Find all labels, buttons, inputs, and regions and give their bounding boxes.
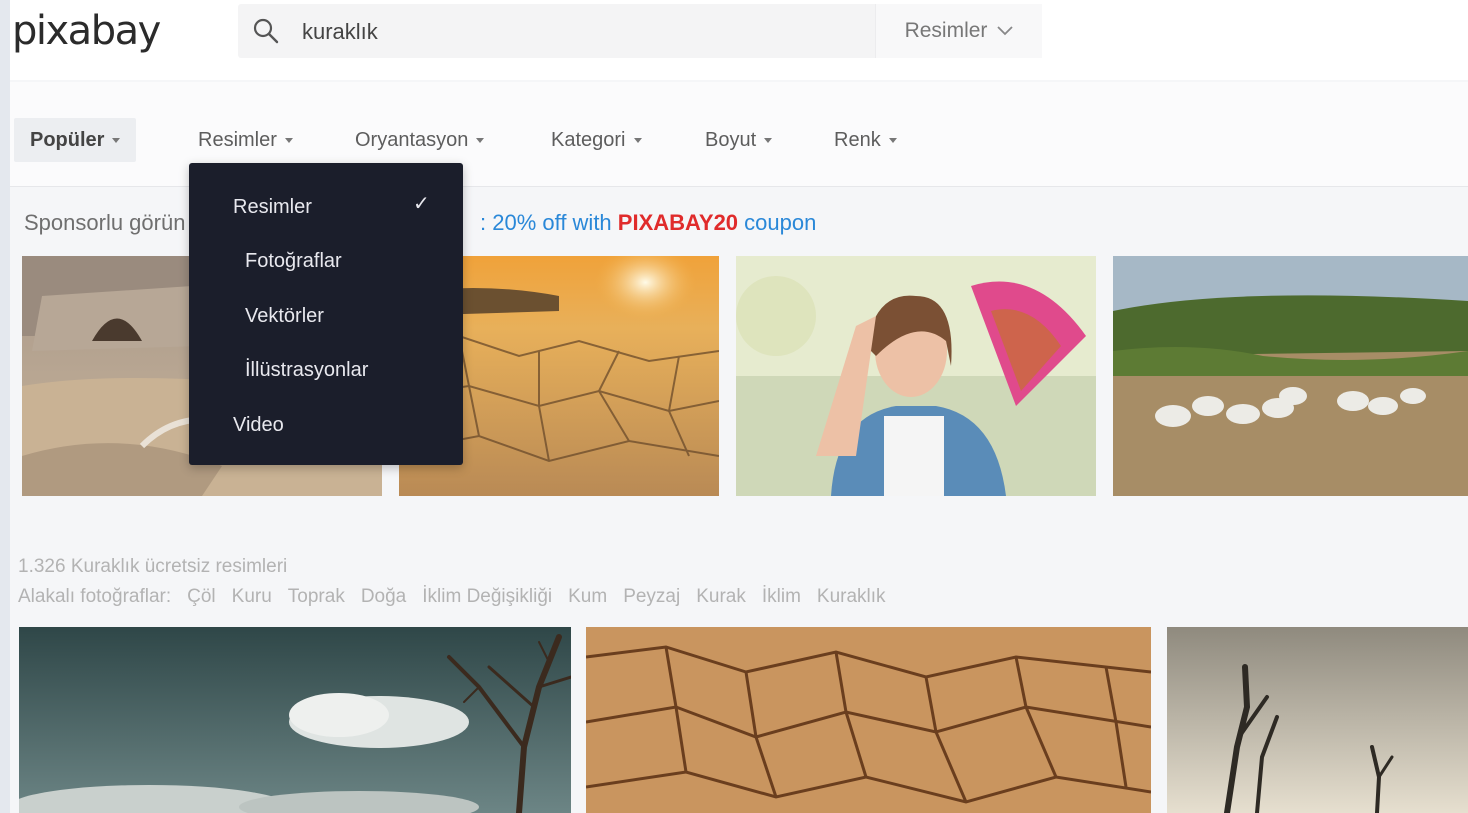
result-image-dead-branches[interactable] (1167, 627, 1468, 813)
coupon-prefix: : 20% off with (480, 210, 612, 235)
related-tag[interactable]: İklim Değişikliği (422, 586, 552, 608)
dropdown-item-video[interactable]: Video (233, 414, 284, 437)
coupon-suffix: coupon (744, 210, 817, 235)
related-tag[interactable]: Kurak (696, 586, 746, 608)
filter-resimler[interactable]: Resimler (198, 118, 293, 162)
result-image-dead-tree-sky[interactable] (19, 627, 571, 813)
sponsored-label: Sponsorlu görün (24, 210, 186, 235)
media-type-dropdown: Resimler ✓ Fotoğraflar Vektörler İllüstr… (189, 163, 463, 465)
checkmark-icon: ✓ (413, 193, 430, 215)
related-tag[interactable]: İklim (762, 586, 801, 608)
filter-kategori[interactable]: Kategori (551, 118, 642, 162)
caret-down-icon (633, 137, 642, 143)
caret-down-icon (888, 137, 897, 143)
search-type-select[interactable]: Resimler (875, 4, 1042, 58)
dropdown-item-resimler[interactable]: Resimler (233, 196, 312, 219)
coupon-link[interactable]: : 20% off with PIXABAY20 coupon (480, 210, 816, 236)
related-tag[interactable]: Kuraklık (817, 586, 886, 608)
caret-down-icon (284, 137, 293, 143)
filter-renk[interactable]: Renk (834, 118, 897, 162)
filter-label: Kategori (551, 128, 626, 151)
filter-boyut[interactable]: Boyut (705, 118, 773, 162)
search-bar: Resimler (238, 4, 1042, 58)
caret-down-icon (112, 137, 121, 143)
coupon-code: PIXABAY20 (617, 210, 739, 235)
filter-populer[interactable]: Popüler (14, 118, 137, 162)
filter-oryantasyon[interactable]: Oryantasyon (355, 118, 485, 162)
related-tag[interactable]: Doğa (361, 586, 406, 608)
header: pixabay Resimler (10, 0, 1468, 80)
related-label: Alakalı fotoğraflar: (18, 586, 172, 607)
window-edge (0, 0, 10, 813)
sponsored-image-sheep[interactable] (1113, 256, 1468, 496)
filter-label: Resimler (198, 128, 277, 151)
filter-label: Boyut (705, 128, 757, 151)
related-tag[interactable]: Toprak (288, 586, 345, 608)
related-tag[interactable]: Çöl (187, 586, 216, 608)
related-tag[interactable]: Kuru (232, 586, 272, 608)
logo[interactable]: pixabay (12, 8, 161, 54)
filter-label: Renk (834, 128, 881, 151)
result-image-cracked-earth[interactable] (586, 627, 1151, 813)
search-type-label: Resimler (904, 19, 988, 42)
filter-label: Popüler (30, 128, 105, 151)
related-tags: Alakalı fotoğraflar: Çöl Kuru Toprak Doğ… (18, 586, 886, 608)
dropdown-item-vektorler[interactable]: Vektörler (245, 305, 324, 328)
sponsored-image-woman-fan[interactable] (736, 256, 1096, 496)
search-input[interactable] (300, 16, 864, 48)
filter-label: Oryantasyon (355, 128, 469, 151)
related-tag[interactable]: Peyzaj (623, 586, 680, 608)
dropdown-item-fotograflar[interactable]: Fotoğraflar (245, 250, 342, 273)
result-count: 1.326 Kuraklık ücretsiz resimleri (18, 556, 288, 577)
search-icon[interactable] (252, 17, 280, 45)
related-tag[interactable]: Kum (568, 586, 607, 608)
caret-down-icon (764, 137, 773, 143)
chevron-down-icon (997, 26, 1014, 36)
caret-down-icon (476, 137, 485, 143)
dropdown-item-illustrasyonlar[interactable]: İllüstrasyonlar (245, 359, 368, 382)
